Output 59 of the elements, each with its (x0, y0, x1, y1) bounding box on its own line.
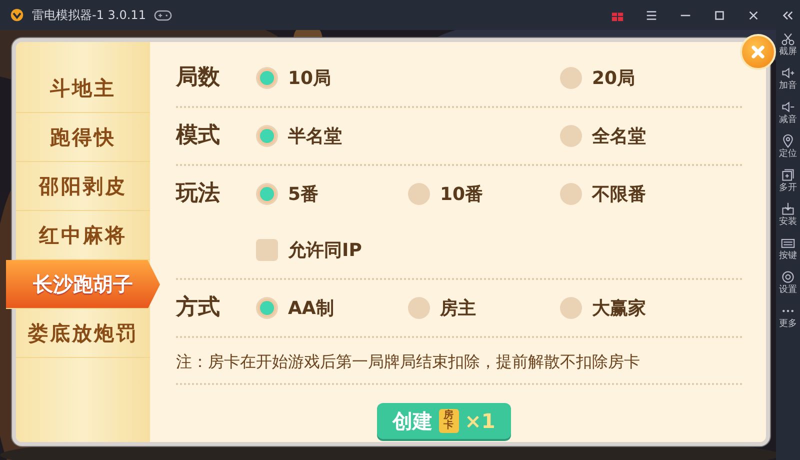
setting-label: 玩法 (176, 180, 221, 208)
radio-button[interactable] (560, 125, 582, 147)
toolbar-label: 截屏 (779, 46, 797, 58)
toolbar-label: 减音 (779, 114, 797, 126)
keyboard-icon[interactable] (781, 236, 795, 250)
game-tab[interactable]: 邵阳剥皮 (16, 162, 150, 211)
volume-down-icon[interactable] (781, 100, 795, 114)
window-title: 雷电模拟器-1 3.0.11 (32, 6, 146, 24)
menu-icon[interactable] (645, 8, 658, 22)
setting-label: 模式 (176, 122, 221, 150)
option-label: 20局 (592, 67, 636, 90)
radio-button[interactable] (560, 297, 582, 319)
game-tab[interactable]: 娄底放炮罚 (16, 309, 150, 358)
setting-label: 方式 (176, 294, 221, 322)
volume-up-icon[interactable] (781, 66, 795, 80)
option-label: 大赢家 (592, 297, 646, 320)
toolbar-label: 加音 (779, 80, 797, 92)
option-label: 允许同IP (288, 239, 362, 262)
game-tab[interactable]: 斗地主 (16, 64, 150, 113)
checkbox[interactable] (256, 239, 278, 261)
radio-button[interactable] (408, 183, 430, 205)
setting-label: 局数 (176, 64, 221, 92)
option-label: 10局 (288, 67, 332, 90)
radio-button[interactable] (408, 297, 430, 319)
radio-button[interactable] (256, 297, 278, 319)
location-pin-icon[interactable] (781, 134, 795, 148)
toolbar-label: 多开 (779, 182, 797, 194)
option-label: 半名堂 (288, 125, 342, 148)
toolbar-label: 定位 (779, 148, 797, 160)
radio-button[interactable] (256, 67, 278, 89)
windows-icon[interactable] (781, 168, 795, 182)
option-label: 5番 (288, 183, 319, 206)
close-icon[interactable] (747, 8, 760, 22)
collapse-icon[interactable] (781, 8, 794, 22)
maximize-icon[interactable] (713, 8, 726, 22)
create-button[interactable]: 创建 房卡 ×1 (376, 403, 512, 439)
option-label: 不限番 (592, 183, 646, 206)
scissors-icon[interactable] (781, 32, 795, 46)
note-text: 注：房卡在开始游戏后第一局牌局结束扣除，提前解散不扣除房卡 (176, 352, 641, 373)
room-card-icon: 房卡 (438, 409, 459, 433)
game-tab[interactable]: 跑得快 (16, 113, 150, 162)
toolbar-label: 设置 (779, 284, 797, 296)
radio-button[interactable] (560, 67, 582, 89)
radio-button[interactable] (256, 183, 278, 205)
option-label: 房主 (440, 297, 476, 320)
install-icon[interactable] (781, 202, 795, 216)
toolbar-label: 按键 (779, 250, 797, 262)
option-label: 全名堂 (592, 125, 646, 148)
option-label: 10番 (440, 183, 484, 206)
toolbar-label: 更多 (779, 318, 797, 330)
close-button[interactable] (740, 34, 776, 70)
option-label: AA制 (288, 297, 334, 320)
logo-icon (10, 8, 24, 22)
radio-button[interactable] (256, 125, 278, 147)
gamepad-icon[interactable] (154, 10, 172, 20)
toolbar-label: 安装 (779, 216, 797, 228)
settings-icon[interactable] (781, 270, 795, 284)
close-icon (749, 43, 767, 61)
radio-button[interactable] (560, 183, 582, 205)
